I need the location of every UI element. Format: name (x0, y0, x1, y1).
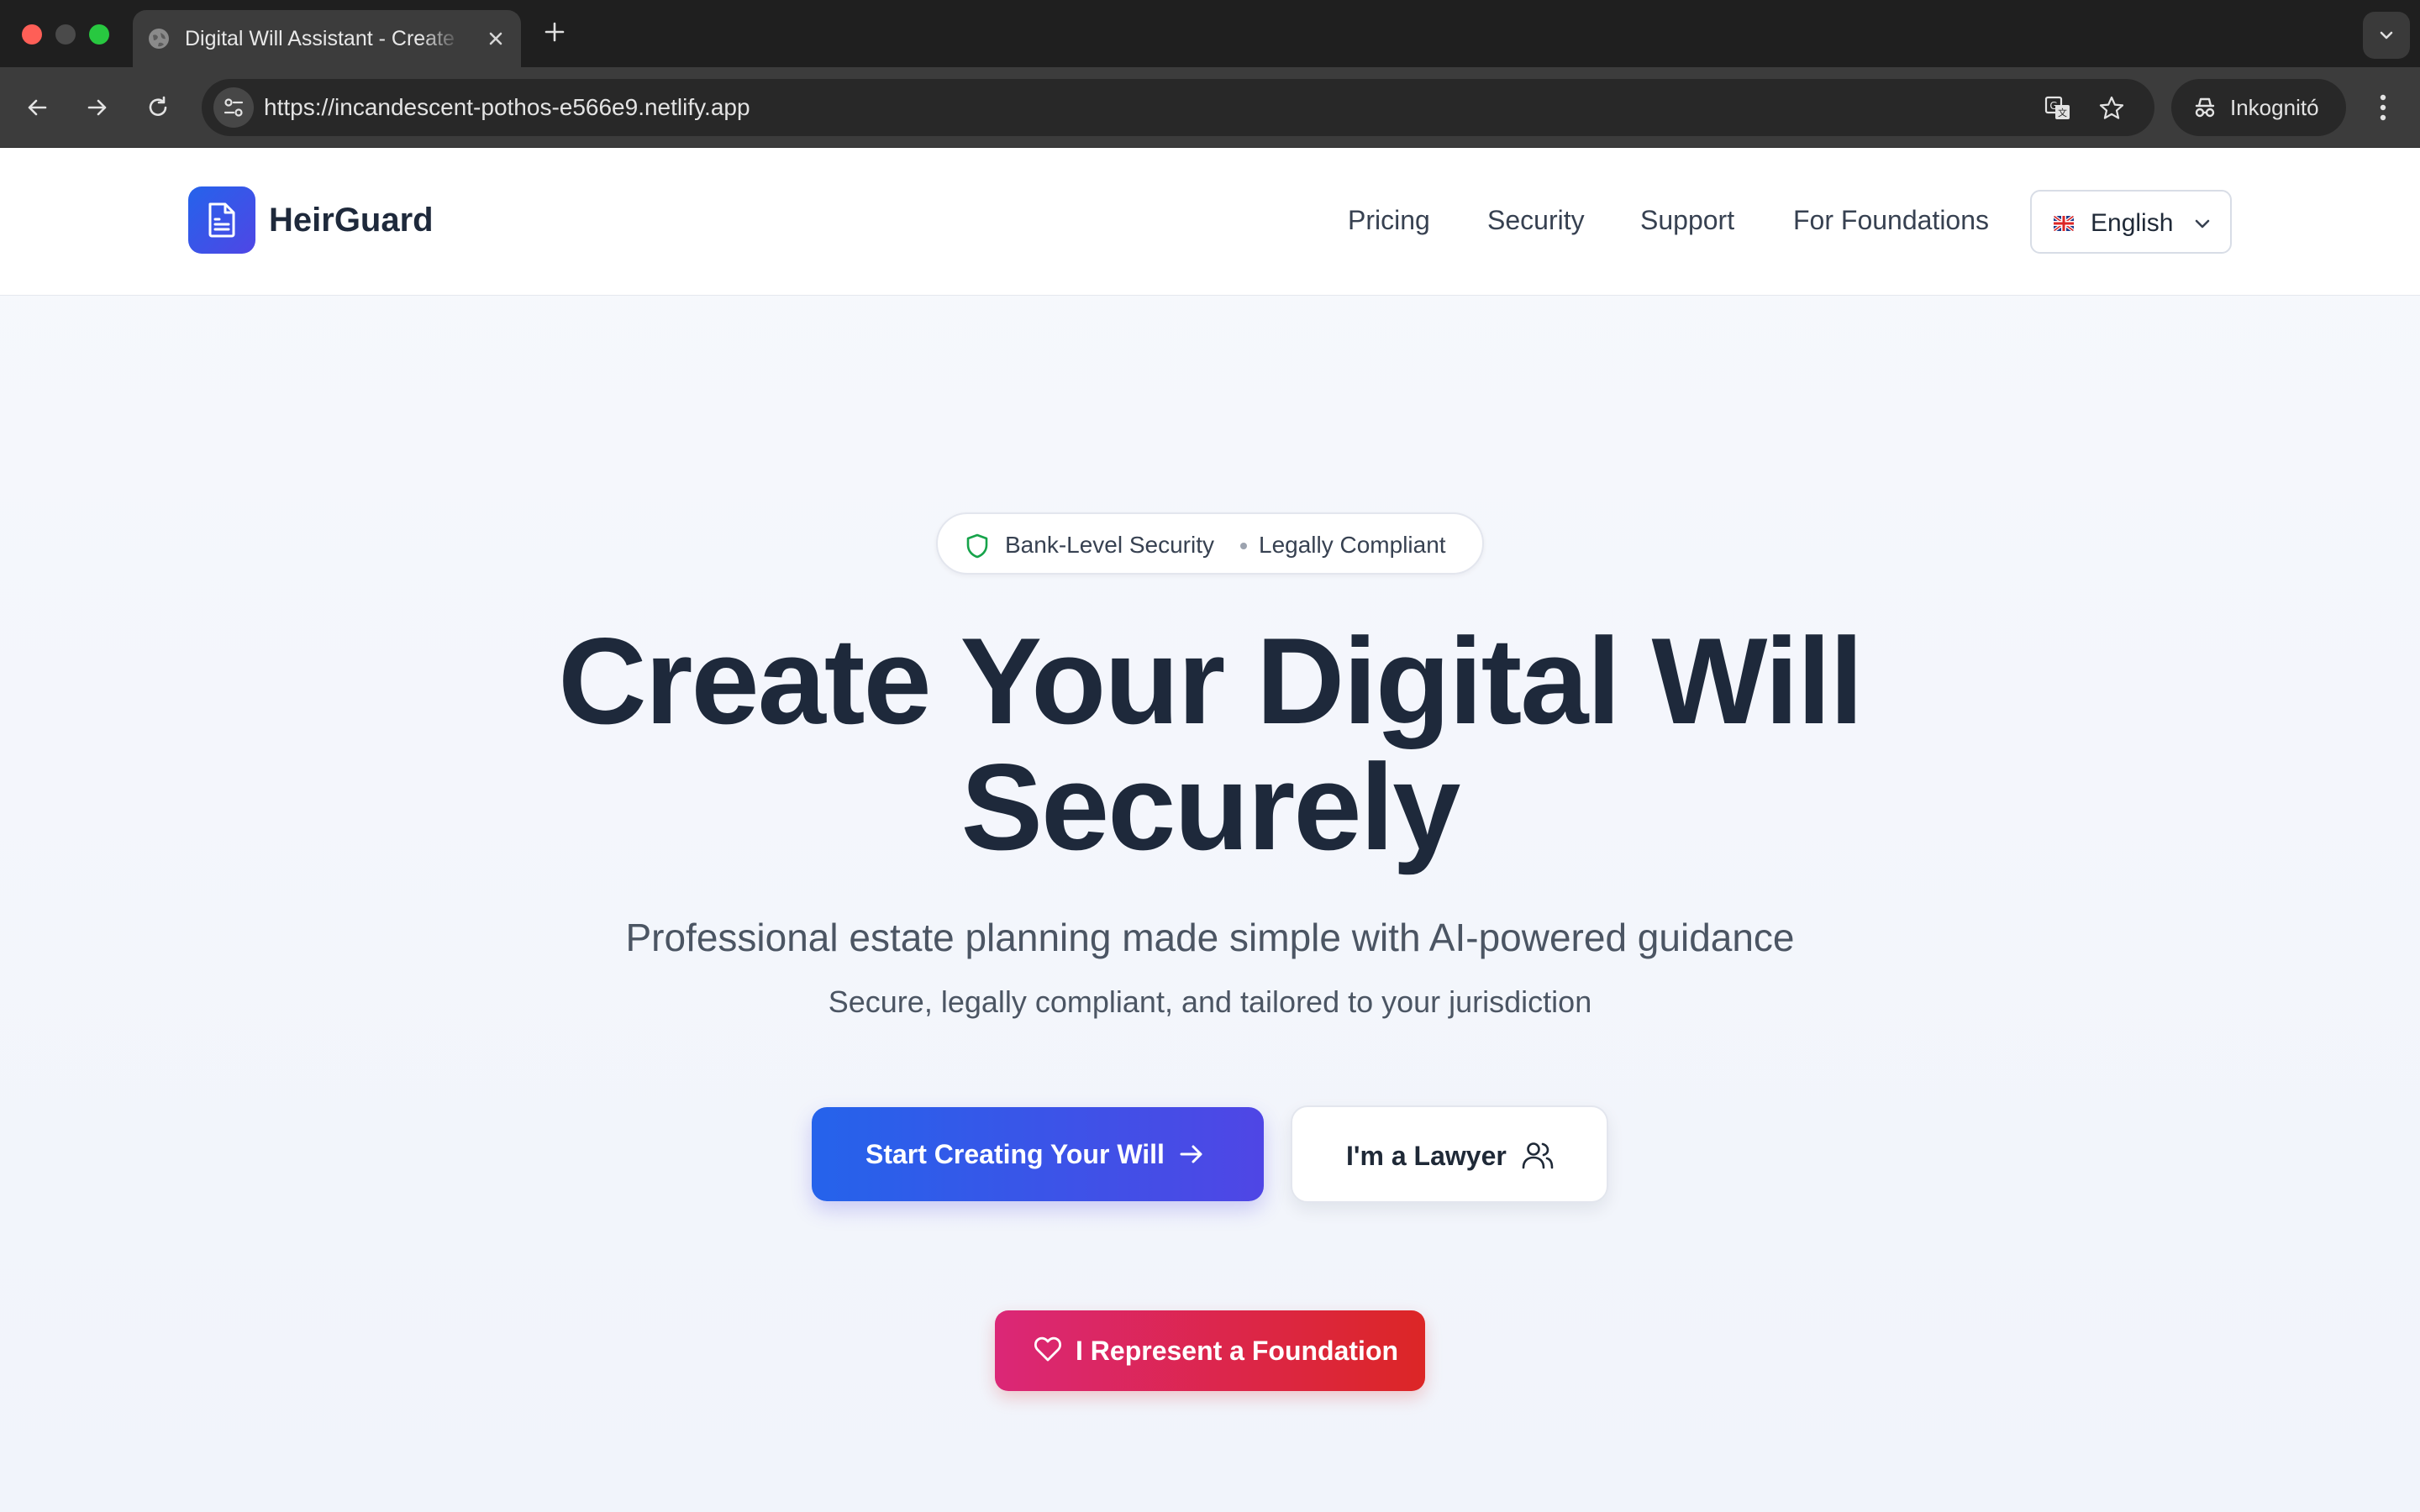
start-creating-will-label: Start Creating Your Will (865, 1139, 1165, 1169)
nav-security[interactable]: Security (1487, 200, 1585, 240)
reload-icon (149, 96, 167, 116)
tab-search-button[interactable] (2363, 12, 2410, 59)
arrow-right-icon (1180, 1145, 1202, 1163)
browser-tab-bar: Digital Will Assistant - Create (0, 0, 2420, 67)
uk-flag-icon (2054, 216, 2074, 231)
brand-name[interactable]: HeirGuard (269, 198, 434, 242)
window-close-button[interactable] (22, 24, 42, 45)
site-header: HeirGuard Pricing Security Support For F… (0, 148, 2420, 296)
page-content: HeirGuard Pricing Security Support For F… (0, 148, 2420, 1512)
forward-button[interactable] (77, 87, 118, 128)
im-a-lawyer-label: I'm a Lawyer (1346, 1141, 1507, 1171)
hero-subtitle: Professional estate planning made simple… (625, 916, 1795, 959)
nav-support[interactable]: Support (1640, 200, 1734, 240)
incognito-label: Inkognitó (2230, 95, 2319, 120)
window-minimize-button[interactable] (55, 24, 76, 45)
language-label: English (2091, 209, 2174, 237)
tab-close-icon[interactable] (482, 25, 509, 52)
start-creating-will-button[interactable]: Start Creating Your Will (812, 1107, 1264, 1201)
badge-separator-dot (1240, 543, 1247, 549)
language-selector[interactable]: English (2030, 190, 2232, 254)
more-menu-icon[interactable] (2366, 87, 2400, 128)
tab-title: Digital Will Assistant - Create (185, 27, 455, 50)
tune-icon (224, 98, 244, 117)
back-button[interactable] (17, 87, 57, 128)
incognito-icon (2195, 97, 2215, 118)
hero-title-line-2: Securely (960, 738, 1461, 875)
nav-for-foundations[interactable]: For Foundations (1793, 200, 1989, 240)
heart-icon (1034, 1336, 1062, 1362)
globe-icon (149, 29, 169, 49)
chevron-down-icon (2195, 219, 2210, 228)
browser-toolbar: https://incandescent-pothos-e566e9.netli… (0, 67, 2420, 148)
hero-title-line-1: Create Your Digital Will (558, 612, 1864, 749)
browser-tab[interactable]: Digital Will Assistant - Create (133, 10, 521, 67)
users-icon (1522, 1142, 1554, 1169)
window-maximize-button[interactable] (89, 24, 109, 45)
trust-badge: Bank-Level Security Legally Compliant (936, 512, 1484, 575)
url-text[interactable]: https://incandescent-pothos-e566e9.netli… (264, 91, 750, 124)
im-a-lawyer-button[interactable]: I'm a Lawyer (1291, 1105, 1608, 1203)
arrow-left-icon (28, 99, 47, 116)
represent-foundation-button[interactable]: I Represent a Foundation (995, 1310, 1425, 1391)
document-icon (208, 202, 235, 238)
new-tab-icon[interactable] (541, 18, 568, 45)
hero-subtitle-secondary: Secure, legally compliant, and tailored … (828, 984, 1592, 1019)
address-bar[interactable]: https://incandescent-pothos-e566e9.netli… (202, 79, 2154, 136)
bookmark-star-icon[interactable] (2097, 94, 2126, 123)
reload-button[interactable] (138, 87, 178, 128)
nav-pricing[interactable]: Pricing (1348, 200, 1430, 240)
logo[interactable] (188, 186, 255, 254)
hero-title: Create Your Digital Will Securely (370, 618, 2050, 870)
svg-text:文: 文 (2058, 107, 2067, 118)
translate-icon[interactable]: G 文 (2044, 94, 2072, 123)
site-info-button[interactable] (213, 87, 254, 128)
badge-compliance-text: Legally Compliant (1259, 532, 1446, 558)
shield-icon (966, 533, 988, 559)
arrow-right-icon (87, 99, 107, 116)
chevron-down-icon (2380, 31, 2393, 39)
incognito-indicator[interactable]: Inkognitó (2171, 79, 2346, 136)
badge-security-text: Bank-Level Security (1005, 532, 1215, 558)
represent-foundation-label: I Represent a Foundation (1076, 1336, 1399, 1366)
